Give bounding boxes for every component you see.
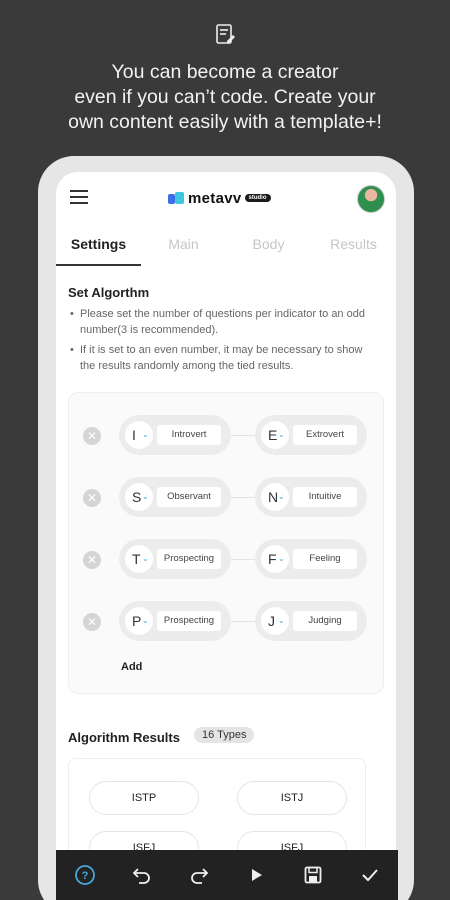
save-icon[interactable]: [300, 862, 326, 888]
letter-value: P: [132, 613, 142, 629]
app-logo: metavv studio: [168, 189, 271, 207]
promo-line: You can become a creator: [111, 61, 339, 83]
avatar[interactable]: [357, 185, 385, 213]
word-field[interactable]: Prospecting: [157, 549, 221, 569]
letter-select[interactable]: E ⌄: [261, 421, 289, 449]
right-indicator: E ⌄ Extrovert: [255, 415, 367, 455]
letter-value: F: [268, 551, 277, 567]
indicator-row: ✕ T ⌄ Prospecting F ⌄ Feeling: [69, 539, 385, 579]
play-icon[interactable]: [243, 862, 269, 888]
letter-value: T: [132, 551, 141, 567]
indicator-row: ✕ P ⌄ Prospecting J ⌄ Judging: [69, 601, 385, 641]
word-field[interactable]: Introvert: [157, 425, 221, 445]
word-field[interactable]: Intuitive: [293, 487, 357, 507]
chevron-down-icon: ⌄: [278, 492, 285, 501]
left-indicator: I ⌄ Introvert: [119, 415, 231, 455]
letter-select[interactable]: I ⌄: [125, 421, 153, 449]
right-indicator: F ⌄ Feeling: [255, 539, 367, 579]
tab-settings[interactable]: Settings: [56, 228, 141, 266]
result-type[interactable]: ISTP: [89, 781, 199, 815]
letter-select[interactable]: J ⌄: [261, 607, 289, 635]
chevron-down-icon: ⌄: [142, 616, 149, 625]
document-edit-icon: [216, 24, 235, 44]
chevron-down-icon: ⌄: [278, 554, 285, 563]
chevron-down-icon: ⌄: [142, 554, 149, 563]
letter-value: E: [268, 427, 278, 443]
left-indicator: T ⌄ Prospecting: [119, 539, 231, 579]
letter-select[interactable]: T ⌄: [125, 545, 153, 573]
word-field[interactable]: Judging: [293, 611, 357, 631]
types-count-badge: 16 Types: [194, 727, 255, 743]
app-bar: metavv studio: [56, 172, 396, 224]
left-indicator: P ⌄ Prospecting: [119, 601, 231, 641]
editor-toolbar: ?: [56, 850, 398, 900]
chevron-down-icon: ⌄: [278, 616, 285, 625]
right-indicator: N ⌄ Intuitive: [255, 477, 367, 517]
word-field[interactable]: Observant: [157, 487, 221, 507]
note-item: If it is set to an even number, it may b…: [70, 342, 374, 374]
promo-text: You can become a creator even if you can…: [0, 60, 450, 135]
indicator-row: ✕ I ⌄ Introvert E ⌄ Extrovert: [69, 415, 385, 455]
letter-select[interactable]: F ⌄: [261, 545, 289, 573]
indicator-row: ✕ S ⌄ Observant N ⌄ Intuitive: [69, 477, 385, 517]
letter-value: J: [268, 613, 275, 629]
letter-select[interactable]: N ⌄: [261, 483, 289, 511]
letter-value: I: [132, 427, 136, 443]
word-field[interactable]: Prospecting: [157, 611, 221, 631]
connector-line: [231, 621, 255, 622]
right-indicator: J ⌄ Judging: [255, 601, 367, 641]
connector-line: [231, 435, 255, 436]
tab-main[interactable]: Main: [141, 228, 226, 266]
remove-row-icon[interactable]: ✕: [83, 489, 101, 507]
connector-line: [231, 559, 255, 560]
word-field[interactable]: Feeling: [293, 549, 357, 569]
undo-icon[interactable]: [129, 862, 155, 888]
logo-badge: studio: [244, 194, 271, 202]
chevron-down-icon: ⌄: [142, 430, 149, 439]
algorithm-notes: Please set the number of questions per i…: [70, 306, 374, 378]
check-icon[interactable]: [357, 862, 383, 888]
left-indicator: S ⌄ Observant: [119, 477, 231, 517]
chevron-down-icon: ⌄: [142, 492, 149, 501]
hamburger-menu-icon[interactable]: [70, 190, 88, 204]
add-row-button[interactable]: Add: [121, 661, 142, 673]
result-type[interactable]: ISTJ: [237, 781, 347, 815]
svg-text:?: ?: [81, 870, 88, 882]
letter-value: S: [132, 489, 142, 505]
algorithm-results-title: Algorithm Results: [68, 730, 180, 745]
redo-icon[interactable]: [186, 862, 212, 888]
tab-results[interactable]: Results: [311, 228, 396, 266]
remove-row-icon[interactable]: ✕: [83, 613, 101, 631]
tab-body[interactable]: Body: [226, 228, 311, 266]
letter-select[interactable]: P ⌄: [125, 607, 153, 635]
letter-value: N: [268, 489, 279, 505]
logo-text: metavv: [188, 189, 242, 207]
tab-bar: Settings Main Body Results: [56, 228, 396, 266]
set-algorithm-title: Set Algorthm: [68, 285, 150, 300]
chevron-down-icon: ⌄: [278, 430, 285, 439]
app-screen: metavv studio Settings Main Body Results…: [56, 172, 396, 900]
promo-line: even if you can’t code. Create your: [74, 86, 376, 108]
note-item: Please set the number of questions per i…: [70, 306, 374, 338]
remove-row-icon[interactable]: ✕: [83, 427, 101, 445]
connector-line: [231, 497, 255, 498]
algorithm-box: ✕ I ⌄ Introvert E ⌄ Extrovert ✕ S ⌄ Observa…: [68, 392, 384, 694]
help-icon[interactable]: ?: [72, 862, 98, 888]
letter-select[interactable]: S ⌄: [125, 483, 153, 511]
remove-row-icon[interactable]: ✕: [83, 551, 101, 569]
logo-mark-icon: [168, 192, 184, 204]
promo-line: own content easily with a template+!: [68, 111, 382, 133]
word-field[interactable]: Extrovert: [293, 425, 357, 445]
